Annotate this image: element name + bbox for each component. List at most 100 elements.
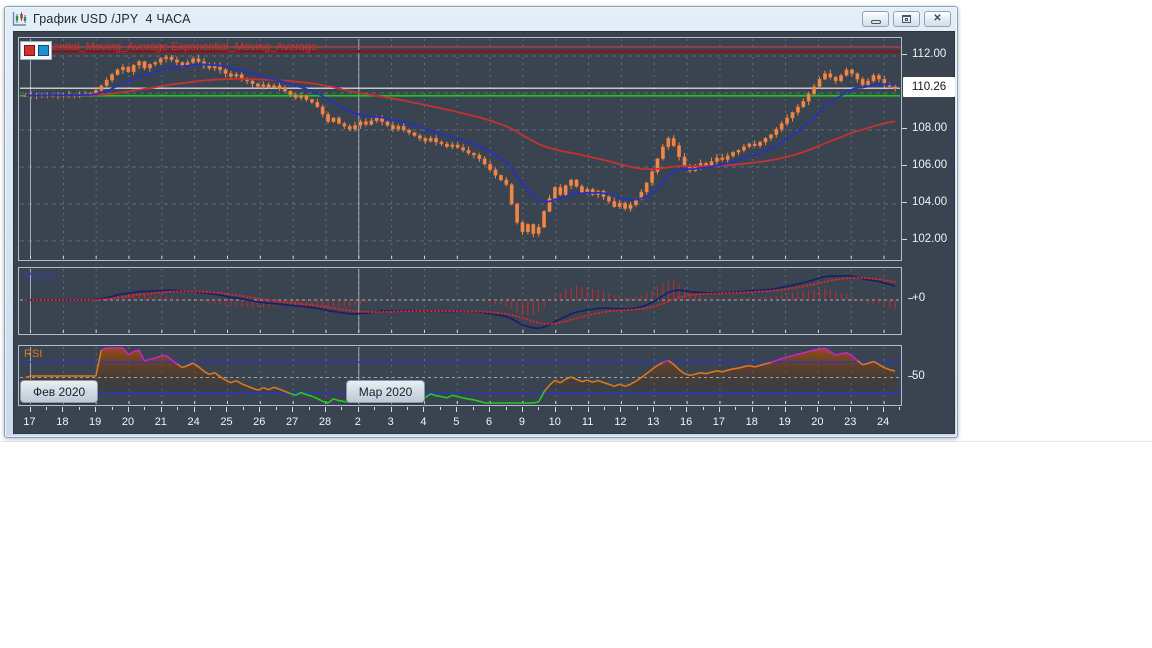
time-axis-tick: [423, 407, 425, 412]
macd-zero-label: +0: [908, 292, 925, 304]
time-axis-day-label: 18: [745, 416, 758, 428]
ema-red-toggle[interactable]: [23, 45, 35, 56]
time-axis-day-label: 4: [420, 416, 427, 428]
price-tick-label: 106.00: [902, 159, 956, 171]
candlestick-chart-icon: [11, 10, 28, 28]
time-axis-day-label: 13: [647, 416, 660, 428]
time-axis-minor-tick: [275, 407, 277, 410]
time-axis-tick: [489, 407, 491, 412]
price-tick-label: 102.00: [902, 233, 956, 245]
time-axis-minor-tick: [800, 407, 802, 410]
time-axis-minor-tick: [210, 407, 212, 410]
time-axis-day-label: 26: [253, 416, 266, 428]
time-axis-day-label: 19: [778, 416, 791, 428]
ema-blue-toggle[interactable]: [37, 45, 49, 56]
time-axis-tick: [751, 407, 753, 412]
time-axis-tick: [653, 407, 655, 412]
time-axis-minor-tick: [341, 407, 343, 410]
time-axis-minor-tick: [669, 407, 671, 410]
time-axis-day-label: 18: [56, 416, 69, 428]
time-axis-minor-tick: [308, 407, 310, 410]
window-title: График USD /JPY 4 ЧАСА: [33, 12, 191, 26]
window-titlebar[interactable]: График USD /JPY 4 ЧАСА ✕: [5, 7, 957, 31]
time-axis-day-label: 3: [387, 416, 394, 428]
time-axis-tick: [292, 407, 294, 412]
time-axis-tick: [784, 407, 786, 412]
time-axis-minor-tick: [78, 407, 80, 410]
time-axis-tick: [390, 407, 392, 412]
time-axis-minor-tick: [45, 407, 47, 410]
time-axis-minor-tick: [111, 407, 113, 410]
price-tick-label: 104.00: [902, 196, 956, 208]
time-axis-day-label: 17: [23, 416, 36, 428]
time-axis-tick: [554, 407, 556, 412]
time-axis-minor-tick: [866, 407, 868, 410]
time-axis-tick: [29, 407, 31, 412]
time-axis-tick: [521, 407, 523, 412]
time-axis-minor-tick: [604, 407, 605, 410]
time-axis-tick: [850, 407, 852, 412]
rsi-panel[interactable]: [18, 345, 902, 406]
time-axis-tick: [587, 407, 589, 412]
time-axis-day-label: 24: [187, 416, 200, 428]
rsi-label: RSI: [24, 348, 43, 360]
time-axis-tick: [324, 407, 326, 412]
time-axis-minor-tick: [374, 407, 376, 410]
time-axis-minor-tick: [833, 407, 835, 410]
macd-panel[interactable]: [18, 267, 902, 335]
time-axis-day-label: 19: [89, 416, 102, 428]
time-axis-minor-tick: [505, 407, 507, 410]
rsi-mid-label: 50: [908, 370, 925, 382]
time-axis-minor-tick: [177, 407, 179, 410]
price-tick-label: 112.00: [902, 48, 956, 60]
time-axis-tick: [259, 407, 261, 412]
time-axis-day-label: 12: [614, 416, 627, 428]
time-axis-day-label: 6: [486, 416, 493, 428]
indicator-legend-box: [20, 41, 52, 60]
indicator-legend-text: Exponential_Moving_Average Exponential_M…: [22, 41, 317, 53]
close-icon: ✕: [933, 13, 942, 24]
time-axis-tick: [127, 407, 129, 412]
time-axis-day-label: 20: [811, 416, 824, 428]
time-axis-tick: [620, 407, 622, 412]
time-axis-minor-tick: [407, 407, 409, 410]
minimize-icon: [870, 19, 881, 24]
price-axis[interactable]: 110.26 +0 50 112.00 108.00 106.00 104.00 102…: [902, 32, 956, 435]
time-axis-day-label: 28: [318, 416, 332, 428]
time-axis-tick: [160, 407, 162, 412]
maximize-button[interactable]: [893, 11, 920, 27]
time-axis-minor-tick: [538, 407, 540, 410]
time-axis-day-label: 21: [154, 416, 167, 428]
time-axis-minor-tick: [636, 407, 638, 410]
time-axis-tick: [883, 407, 885, 412]
month-marker-feb: Фев 2020: [20, 380, 99, 403]
time-axis[interactable]: 17 18 19 20 21 24 25 26 27 28 2 3 4 5 6 9 10 11 12 13 16 17 18…: [18, 407, 902, 434]
time-axis-tick: [193, 407, 195, 412]
time-axis-day-label: 16: [679, 416, 693, 428]
time-axis-day-label: 23: [844, 416, 857, 428]
time-axis-tick: [95, 407, 97, 412]
time-axis-minor-tick: [439, 407, 441, 410]
minimize-button[interactable]: [862, 11, 889, 27]
time-axis-day-label: 20: [121, 416, 135, 428]
chart-content-area: Exponential_Moving_Average Exponential_M…: [13, 31, 955, 434]
time-axis-tick: [817, 407, 819, 412]
time-axis-day-label: 11: [581, 416, 594, 428]
time-axis-tick: [226, 407, 228, 412]
chart-window: График USD /JPY 4 ЧАСА ✕ Exponential_Mov…: [4, 6, 958, 438]
time-axis-minor-tick: [242, 407, 244, 410]
time-axis-day-label: 5: [453, 416, 460, 428]
time-axis-minor-tick: [735, 407, 737, 410]
time-axis-tick: [62, 407, 64, 412]
main-price-panel[interactable]: [18, 37, 902, 261]
candles: [23, 54, 898, 238]
time-axis-tick: [456, 407, 458, 412]
macd-label: MACD: [24, 270, 57, 282]
page-divider: [0, 441, 1152, 442]
time-axis-day-label: 9: [518, 416, 525, 428]
month-marker-mar: Мар 2020: [345, 380, 426, 403]
maximize-icon: [902, 15, 911, 23]
close-button[interactable]: ✕: [924, 11, 951, 27]
time-axis-day-label: 25: [220, 416, 233, 428]
time-axis-day-label: 27: [286, 416, 299, 428]
